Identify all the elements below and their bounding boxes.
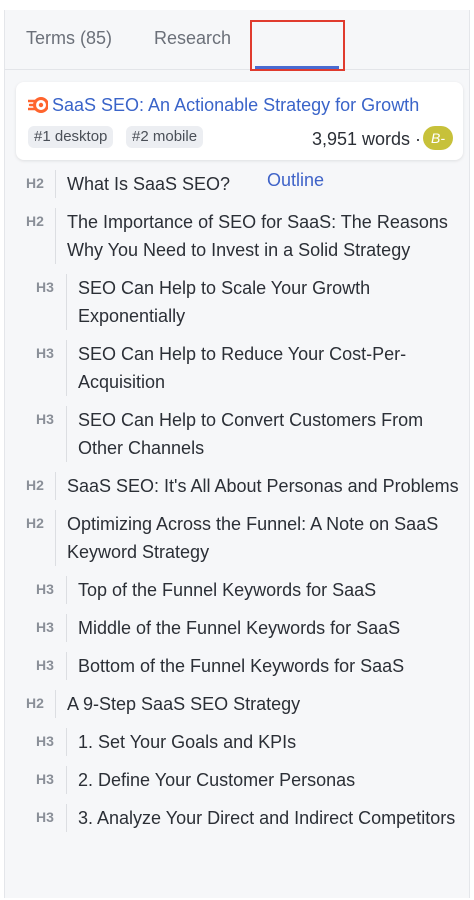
heading-level-label: H3 xyxy=(36,345,54,361)
heading-level-label: H3 xyxy=(36,809,54,825)
article-title-link[interactable]: SaaS SEO: An Actionable Strategy for Gro… xyxy=(52,95,452,116)
content-grade-badge: B- xyxy=(423,126,453,150)
heading-level-label: H2 xyxy=(26,213,44,229)
heading-text: Optimizing Across the Funnel: A Note on … xyxy=(55,510,465,566)
rank-desktop-badge: #1 desktop xyxy=(28,126,114,148)
outline-heading-row[interactable]: H3 3. Analyze Your Direct and Indirect Co… xyxy=(5,804,469,832)
highlight-box xyxy=(250,20,345,71)
heading-level-label: H2 xyxy=(26,477,44,493)
heading-text: SEO Can Help to Scale Your Growth Expone… xyxy=(66,274,465,330)
tab-terms[interactable]: Terms (85) xyxy=(26,28,112,49)
competitor-card[interactable]: SaaS SEO: An Actionable Strategy for Gro… xyxy=(16,82,463,160)
outline-heading-row[interactable]: H2 The Importance of SEO for SaaS: The Re… xyxy=(5,208,469,264)
tab-bar: Terms (85) Research Outline xyxy=(5,10,469,190)
outline-heading-row[interactable]: H3 Bottom of the Funnel Keywords for SaaS xyxy=(5,652,469,680)
outline-heading-row[interactable]: H2 What Is SaaS SEO? xyxy=(5,170,469,198)
outline-heading-row[interactable]: H3 Middle of the Funnel Keywords for SaaS xyxy=(5,614,469,642)
semrush-icon xyxy=(26,96,49,114)
heading-text: What Is SaaS SEO? xyxy=(55,170,465,198)
heading-text: Middle of the Funnel Keywords for SaaS xyxy=(66,614,465,642)
outline-heading-row[interactable]: H3 SEO Can Help to Scale Your Growth Expo… xyxy=(5,274,469,330)
heading-text: Top of the Funnel Keywords for SaaS xyxy=(66,576,465,604)
heading-level-label: H2 xyxy=(26,515,44,531)
outline-heading-row[interactable]: H3 2. Define Your Customer Personas xyxy=(5,766,469,794)
heading-level-label: H3 xyxy=(36,771,54,787)
outline-heading-row[interactable]: H2 Optimizing Across the Funnel: A Note o… xyxy=(5,510,469,566)
heading-level-label: H2 xyxy=(26,695,44,711)
heading-level-label: H3 xyxy=(36,657,54,673)
heading-text: SEO Can Help to Convert Customers From O… xyxy=(66,406,465,462)
outline-list: H2 What Is SaaS SEO? H2 The Importance of S… xyxy=(5,170,469,842)
outline-panel: Terms (85) Research Outline SaaS SEO: An… xyxy=(4,10,470,898)
heading-text: A 9-Step SaaS SEO Strategy xyxy=(55,690,465,718)
heading-text: The Importance of SEO for SaaS: The Reas… xyxy=(55,208,465,264)
tab-research[interactable]: Research xyxy=(154,28,231,49)
outline-heading-row[interactable]: H2 A 9-Step SaaS SEO Strategy xyxy=(5,690,469,718)
active-tab-indicator xyxy=(255,66,339,69)
outline-heading-row[interactable]: H3 Top of the Funnel Keywords for SaaS xyxy=(5,576,469,604)
heading-text: 3. Analyze Your Direct and Indirect Comp… xyxy=(66,804,465,832)
heading-level-label: H3 xyxy=(36,581,54,597)
heading-level-label: H2 xyxy=(26,175,44,191)
heading-text: SEO Can Help to Reduce Your Cost-Per-Acq… xyxy=(66,340,465,396)
outline-heading-row[interactable]: H3 SEO Can Help to Convert Customers From… xyxy=(5,406,469,462)
heading-level-label: H3 xyxy=(36,411,54,427)
outline-heading-row[interactable]: H2 SaaS SEO: It's All About Personas and … xyxy=(5,472,469,500)
heading-level-label: H3 xyxy=(36,279,54,295)
heading-level-label: H3 xyxy=(36,733,54,749)
heading-text: 1. Set Your Goals and KPIs xyxy=(66,728,465,756)
heading-text: Bottom of the Funnel Keywords for SaaS xyxy=(66,652,465,680)
heading-level-label: H3 xyxy=(36,619,54,635)
word-count: 3,951 words · xyxy=(311,129,421,149)
heading-text: SaaS SEO: It's All About Personas and Pr… xyxy=(55,472,465,500)
heading-text: 2. Define Your Customer Personas xyxy=(66,766,465,794)
outline-heading-row[interactable]: H3 SEO Can Help to Reduce Your Cost-Per-A… xyxy=(5,340,469,396)
outline-heading-row[interactable]: H3 1. Set Your Goals and KPIs xyxy=(5,728,469,756)
rank-mobile-badge: #2 mobile xyxy=(126,126,204,148)
